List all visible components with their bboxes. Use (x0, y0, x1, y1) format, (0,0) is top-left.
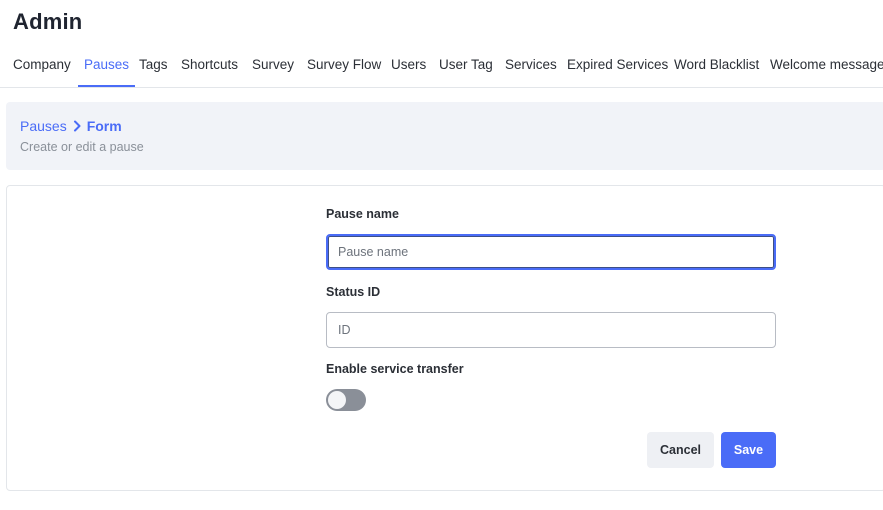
tab-survey[interactable]: Survey (252, 47, 294, 87)
breadcrumb: Pauses Form (20, 118, 122, 134)
admin-tabs: Company Pauses Tags Shortcuts Survey Sur… (0, 47, 883, 88)
cancel-button[interactable]: Cancel (647, 432, 714, 468)
tab-pauses[interactable]: Pauses (77, 47, 136, 87)
page-title: Admin (13, 9, 83, 34)
status-id-label: Status ID (326, 285, 381, 299)
tab-users[interactable]: Users (391, 47, 426, 87)
tab-expired-services[interactable]: Expired Services (567, 47, 668, 87)
pause-name-label: Pause name (326, 207, 399, 221)
tab-welcome-message[interactable]: Welcome message (770, 47, 883, 87)
pause-form-card: Pause name Status ID Enable service tran… (6, 185, 883, 491)
tab-user-tag[interactable]: User Tag (439, 47, 493, 87)
breadcrumb-link-pauses[interactable]: Pauses (20, 118, 67, 134)
chevron-right-icon (73, 120, 81, 132)
service-transfer-label: Enable service transfer (326, 362, 464, 376)
pause-name-input[interactable] (326, 234, 776, 270)
toggle-knob (328, 391, 346, 409)
tab-survey-flow[interactable]: Survey Flow (307, 47, 381, 87)
tab-tags[interactable]: Tags (139, 47, 168, 87)
tab-company[interactable]: Company (13, 47, 71, 87)
status-id-input[interactable] (326, 312, 776, 348)
tab-word-blacklist[interactable]: Word Blacklist (674, 47, 759, 87)
page-header-card: Pauses Form Create or edit a pause (6, 102, 883, 170)
tab-shortcuts[interactable]: Shortcuts (181, 47, 238, 87)
tab-services[interactable]: Services (505, 47, 557, 87)
breadcrumb-current: Form (86, 118, 122, 134)
service-transfer-toggle[interactable] (326, 389, 366, 411)
page-subtitle: Create or edit a pause (20, 140, 144, 154)
save-button[interactable]: Save (721, 432, 776, 468)
